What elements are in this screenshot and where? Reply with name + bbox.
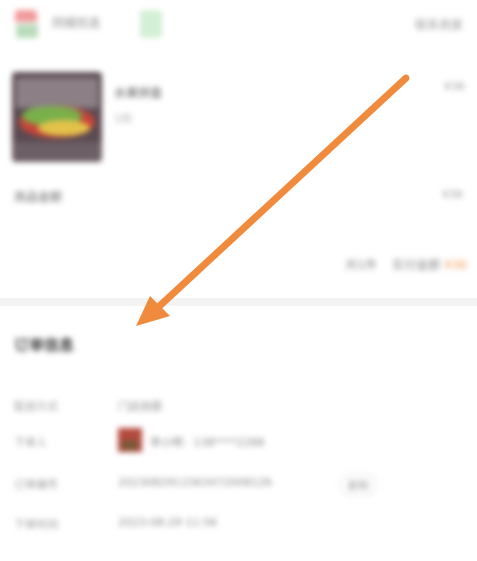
annotation-arrow-icon: [136, 74, 410, 326]
